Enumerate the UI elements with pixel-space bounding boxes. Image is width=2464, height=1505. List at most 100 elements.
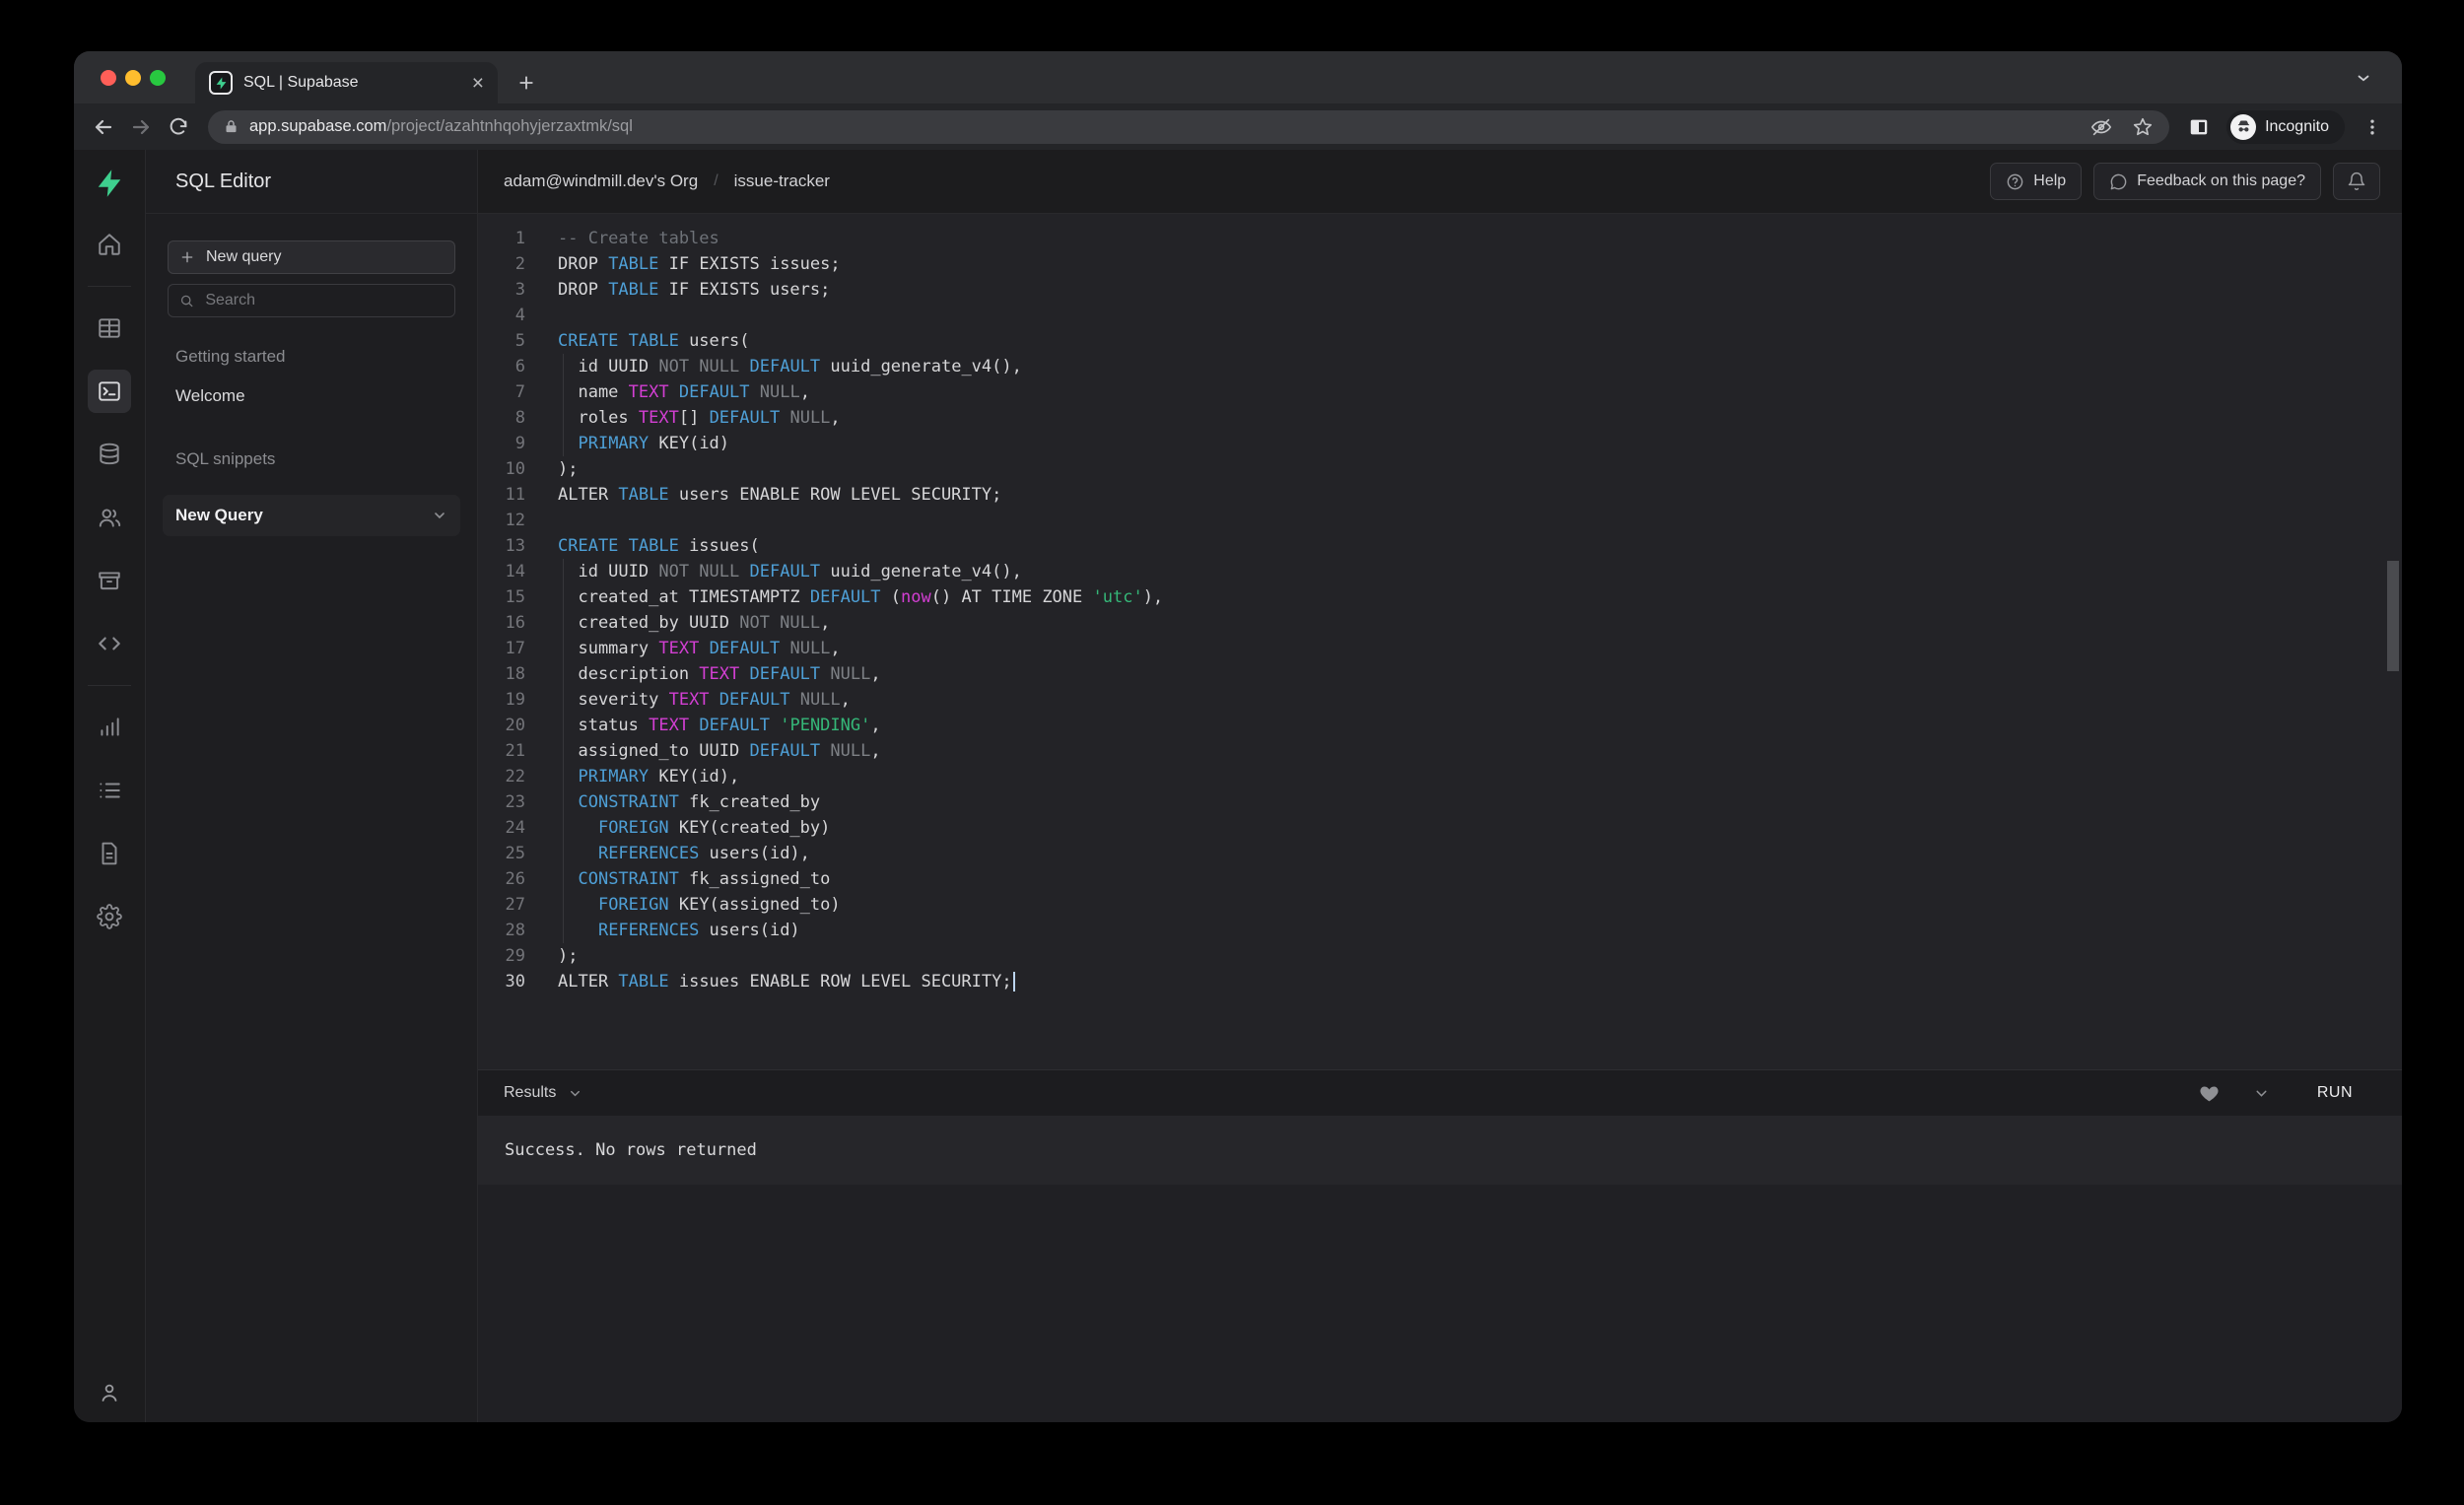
help-button[interactable]: Help [1990, 163, 2082, 200]
browser-window: SQL | Supabase × app.supabase.com/projec… [74, 51, 2402, 1422]
tab-title: SQL | Supabase [243, 74, 461, 92]
code-line: 9 PRIMARY KEY(id) [478, 431, 2402, 456]
new-query-button[interactable]: New query [168, 240, 455, 274]
back-icon[interactable] [88, 111, 119, 143]
code-line: 24 FOREIGN KEY(created_by) [478, 815, 2402, 841]
table-editor-icon[interactable] [88, 307, 131, 350]
code-line: 20 status TEXT DEFAULT 'PENDING', [478, 713, 2402, 738]
chat-bubble-icon [2109, 172, 2128, 191]
reports-icon[interactable] [88, 706, 131, 749]
code-line: 16 created_by UUID NOT NULL, [478, 610, 2402, 636]
code-line: 18 description TEXT DEFAULT NULL, [478, 661, 2402, 687]
window-zoom-button[interactable] [150, 70, 166, 86]
browser-toolbar: app.supabase.com/project/azahtnhqohyjerz… [74, 103, 2402, 150]
supabase-favicon-icon [209, 71, 233, 95]
code-line: 4 [478, 303, 2402, 328]
code-line: 21 assigned_to UUID DEFAULT NULL, [478, 738, 2402, 764]
query-status-message: Success. No rows returned [478, 1116, 2402, 1185]
code-line: 26 CONSTRAINT fk_assigned_to [478, 866, 2402, 892]
editor-scrollbar[interactable] [2387, 561, 2399, 671]
search-input[interactable] [205, 292, 444, 309]
results-dropdown[interactable]: Results [504, 1084, 582, 1102]
code-line: 7 name TEXT DEFAULT NULL, [478, 379, 2402, 405]
notifications-button[interactable] [2333, 163, 2380, 200]
bell-icon [2347, 171, 2366, 191]
feedback-button[interactable]: Feedback on this page? [2093, 163, 2321, 200]
rail-divider [88, 685, 131, 686]
code-line: 5CREATE TABLE users( [478, 328, 2402, 354]
code-line: 28 REFERENCES users(id) [478, 918, 2402, 943]
window-minimize-button[interactable] [125, 70, 141, 86]
settings-gear-icon[interactable] [88, 895, 131, 938]
window-controls [101, 70, 166, 86]
chevron-down-icon [568, 1086, 582, 1101]
storage-icon[interactable] [88, 559, 131, 602]
database-icon[interactable] [88, 433, 131, 476]
results-empty-area [478, 1185, 2402, 1422]
breadcrumb-org[interactable]: adam@windmill.dev's Org [504, 171, 698, 191]
incognito-badge: Incognito [2226, 110, 2345, 144]
breadcrumb-project[interactable]: issue-tracker [734, 171, 830, 191]
rail-divider [88, 286, 131, 287]
code-line: 11ALTER TABLE users ENABLE ROW LEVEL SEC… [478, 482, 2402, 508]
run-button[interactable]: RUN [2317, 1084, 2353, 1102]
indent-guide [563, 559, 564, 943]
tab-search-chevron-icon[interactable] [2355, 69, 2372, 87]
section-label-getting-started: Getting started [175, 347, 455, 367]
code-line: 29); [478, 943, 2402, 969]
code-line: 10); [478, 456, 2402, 482]
section-label-sql-snippets: SQL snippets [175, 449, 455, 469]
text-cursor [1013, 972, 1015, 992]
code-line: 14 id UUID NOT NULL DEFAULT uuid_generat… [478, 559, 2402, 584]
sql-editor-sidebar: SQL Editor New query Getting started Wel… [146, 150, 478, 1422]
code-line: 22 PRIMARY KEY(id), [478, 764, 2402, 789]
edge-functions-icon[interactable] [88, 622, 131, 665]
heart-icon[interactable] [2199, 1083, 2220, 1104]
url-text: app.supabase.com/project/azahtnhqohyjerz… [249, 117, 633, 136]
code-line: 30ALTER TABLE issues ENABLE ROW LEVEL SE… [478, 969, 2402, 994]
breadcrumb-separator: / [714, 172, 718, 190]
page-title: SQL Editor [146, 150, 477, 214]
star-icon[interactable] [2132, 116, 2154, 138]
incognito-icon [2230, 114, 2256, 140]
auth-users-icon[interactable] [88, 496, 131, 539]
search-input-wrap [168, 284, 455, 317]
eye-off-icon[interactable] [2090, 116, 2112, 138]
docs-icon[interactable] [88, 832, 131, 875]
code-line: 13CREATE TABLE issues( [478, 533, 2402, 559]
code-line: 12 [478, 508, 2402, 533]
chevron-down-icon[interactable] [432, 508, 447, 523]
reload-icon[interactable] [163, 111, 194, 143]
window-close-button[interactable] [101, 70, 116, 86]
nav-rail [74, 150, 146, 1422]
browser-tab[interactable]: SQL | Supabase × [195, 62, 498, 103]
sql-editor-icon[interactable] [88, 370, 131, 413]
account-user-icon[interactable] [98, 1381, 121, 1404]
new-tab-button[interactable] [515, 62, 537, 103]
url-bar[interactable]: app.supabase.com/project/azahtnhqohyjerz… [208, 110, 2169, 144]
code-line: 3DROP TABLE IF EXISTS users; [478, 277, 2402, 303]
code-line: 15 created_at TIMESTAMPTZ DEFAULT (now()… [478, 584, 2402, 610]
code-line: 1-- Create tables [478, 226, 2402, 251]
search-icon [179, 293, 194, 309]
code-lines: 1-- Create tables2DROP TABLE IF EXISTS i… [478, 226, 2402, 994]
forward-icon[interactable] [125, 111, 157, 143]
chevron-down-icon[interactable] [2253, 1085, 2270, 1102]
sidebar-item-welcome[interactable]: Welcome [175, 386, 455, 406]
code-line: 27 FOREIGN KEY(assigned_to) [478, 892, 2402, 918]
help-circle-icon [2006, 172, 2024, 191]
logs-icon[interactable] [88, 769, 131, 812]
kebab-menu-icon[interactable] [2357, 111, 2388, 143]
side-panel-icon[interactable] [2183, 111, 2215, 143]
code-line: 25 REFERENCES users(id), [478, 841, 2402, 866]
supabase-logo[interactable] [95, 164, 124, 203]
tab-close-icon[interactable]: × [472, 73, 484, 94]
indent-guide [563, 354, 564, 456]
sidebar-item-new-query[interactable]: New Query [163, 495, 460, 536]
code-line: 8 roles TEXT[] DEFAULT NULL, [478, 405, 2402, 431]
home-icon[interactable] [88, 223, 131, 266]
incognito-label: Incognito [2265, 118, 2329, 136]
code-line: 6 id UUID NOT NULL DEFAULT uuid_generate… [478, 354, 2402, 379]
sql-code-editor[interactable]: 1-- Create tables2DROP TABLE IF EXISTS i… [478, 214, 2402, 1069]
results-bar: Results RUN [478, 1069, 2402, 1116]
